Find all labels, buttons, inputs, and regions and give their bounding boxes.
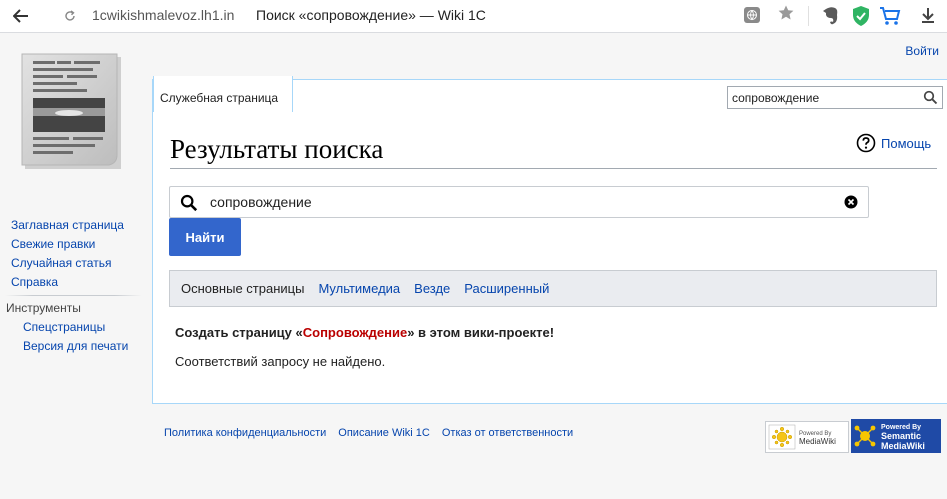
sidebar-divider [5,295,142,296]
browser-toolbar: 1cwikishmalevoz.lh1.in Поиск «сопровожде… [0,0,947,33]
badge-smw-line3: MediaWiki [881,441,925,451]
sidebar-item-printable-version[interactable]: Версия для печати [23,337,128,356]
tools-navigation: Спецстраницы Версия для печати [23,318,128,356]
sidebar-item-random-article[interactable]: Случайная статья [11,254,124,273]
evernote-icon[interactable] [822,6,840,26]
help-link[interactable]: Помощь [856,133,931,153]
create-suffix: » в этом вики-проекте! [407,325,555,340]
title-divider [170,168,937,169]
tools-heading: Инструменты [6,301,81,315]
profile-advanced[interactable]: Расширенный [464,281,549,296]
shield-check-icon[interactable] [852,5,870,27]
profile-multimedia[interactable]: Мультимедиа [318,281,400,296]
footer-about-link[interactable]: Описание Wiki 1C [338,427,430,439]
back-arrow-icon[interactable] [8,4,34,28]
footer-disclaimer-link[interactable]: Отказ от ответственности [442,427,573,439]
powered-by-semantic-mediawiki-badge[interactable]: Powered By Semantic MediaWiki [851,419,941,453]
header-search-input[interactable] [732,89,917,106]
page-tab-title: Поиск «сопровождение» — Wiki 1C [256,7,486,23]
create-page-notice: Создать страницу «Сопровождение» в этом … [175,325,554,340]
sidebar-item-special-pages[interactable]: Спецстраницы [23,318,128,337]
reload-icon[interactable] [64,6,78,26]
badge-smw-line1: Powered By [881,424,921,431]
search-profile-bar: Основные страницы Мультимедиа Везде Расш… [169,270,937,307]
page: Войти Заглавная страница Свежие правки С… [0,33,947,499]
download-icon[interactable] [920,6,938,26]
profile-default: Основные страницы [181,281,305,296]
tab-special-page[interactable]: Служебная страница [153,76,285,111]
sidebar-item-recent-changes[interactable]: Свежие правки [11,235,124,254]
create-prefix: Создать страницу « [175,325,303,340]
cart-icon[interactable] [879,6,901,26]
url-domain[interactable]: 1cwikishmalevoz.lh1.in [92,7,234,23]
main-search-box [169,186,869,218]
translate-icon[interactable] [744,7,760,23]
main-search-input[interactable] [210,193,810,211]
login-link[interactable]: Войти [905,44,939,58]
header-search-box [727,86,943,109]
no-results-message: Соответствий запросу не найдено. [175,354,386,369]
search-button[interactable]: Найти [169,218,241,256]
sidebar-navigation: Заглавная страница Свежие правки Случайн… [11,216,124,292]
search-icon[interactable] [923,90,938,105]
search-icon [180,194,198,212]
wiki-logo[interactable] [21,53,123,171]
footer-privacy-link[interactable]: Политика конфиденциальности [164,427,326,439]
bookmark-star-icon[interactable] [777,4,795,27]
badge-smw-line2: Semantic [881,431,921,441]
footer-links: Политика конфиденциальности Описание Wik… [164,427,573,439]
page-title: Результаты поиска [170,134,384,164]
clear-icon[interactable] [844,195,858,209]
create-page-link[interactable]: Сопровождение [303,325,407,340]
help-circle-icon [856,133,876,153]
toolbar-separator [808,6,809,26]
sidebar-item-main-page[interactable]: Заглавная страница [11,216,124,235]
help-label: Помощь [881,135,932,151]
powered-by-mediawiki-badge[interactable]: Powered By MediaWiki [765,421,849,453]
badge-mw-line2: MediaWiki [799,437,836,446]
sidebar-item-help[interactable]: Справка [11,273,124,292]
profile-all[interactable]: Везде [414,281,450,296]
